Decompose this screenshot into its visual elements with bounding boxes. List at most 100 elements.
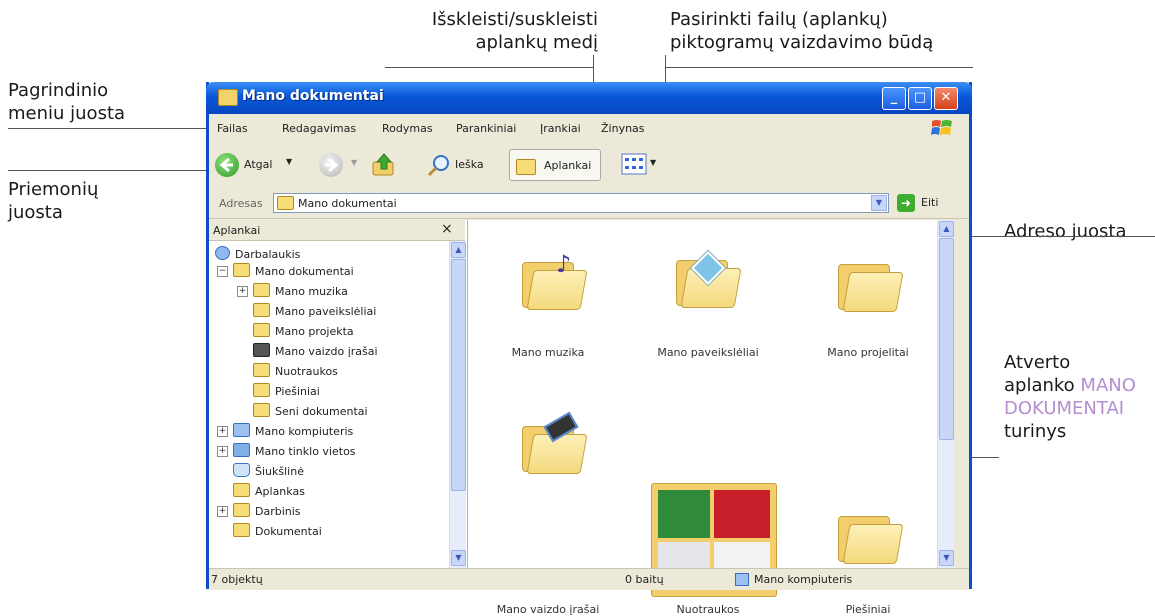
forward-button[interactable] xyxy=(319,153,343,177)
folders-button[interactable]: Aplankai xyxy=(509,149,601,181)
folder-icon xyxy=(253,323,270,337)
content-scrollbar[interactable]: ▲ ▼ xyxy=(937,220,954,568)
pictures-folder-icon xyxy=(253,303,270,317)
tree-item-my-computer[interactable]: Mano kompiuteris xyxy=(233,423,353,441)
tree-item-old-documents[interactable]: Seni dokumentai xyxy=(253,403,368,421)
windows-logo-icon xyxy=(931,120,952,135)
folder-icon xyxy=(253,363,270,377)
folder-label: Mano muzika xyxy=(511,346,585,359)
folder-item-my-pictures[interactable]: Mano paveikslėliai xyxy=(628,220,788,390)
callout-content-line3: DOKUMENTAI xyxy=(1004,398,1125,419)
folder-item-photos[interactable]: Nuotraukos xyxy=(628,390,788,616)
tree-label: Piešiniai xyxy=(275,385,320,398)
tree-item-recycle-bin[interactable]: Šiukšlinė xyxy=(233,463,304,481)
status-size: 0 baitų xyxy=(625,573,664,586)
menu-favorites[interactable]: Parankiniai xyxy=(456,122,516,135)
menu-bar: Failas Redagavimas Rodymas Parankiniai Į… xyxy=(209,114,969,143)
go-arrow-icon: ➜ xyxy=(897,194,915,212)
tree-item-drawings[interactable]: Piešiniai xyxy=(253,383,320,401)
callout-view-mode-line1: Pasirinkti failų (aplankų) xyxy=(670,9,888,30)
tree-item-folder[interactable]: Aplankas xyxy=(233,483,305,501)
go-button[interactable]: ➜ Eiti xyxy=(897,193,957,213)
computer-icon xyxy=(233,423,250,437)
up-folder-icon[interactable] xyxy=(371,152,397,178)
tree-item-network-places[interactable]: Mano tinklo vietos xyxy=(233,443,356,461)
folder-item-my-projects[interactable]: Mano projelitai xyxy=(788,220,953,390)
title-bar[interactable]: Mano dokumentai _ □ ✕ xyxy=(206,82,972,114)
folder-label: Nuotraukos xyxy=(676,603,740,616)
address-folder-icon xyxy=(277,196,294,210)
tree-expand-toggle[interactable]: + xyxy=(217,506,228,517)
tree-item-my-music[interactable]: Mano muzika xyxy=(253,283,348,301)
tree-item-my-projects[interactable]: Mano projekta xyxy=(253,323,354,341)
tree-item-my-pictures[interactable]: Mano paveikslėliai xyxy=(253,303,376,321)
scroll-thumb[interactable] xyxy=(939,238,954,440)
folder-item-my-music[interactable]: ♪ Mano muzika xyxy=(468,220,628,390)
network-icon xyxy=(233,443,250,457)
forward-dropdown-icon[interactable]: ▼ xyxy=(351,158,357,167)
views-button[interactable]: ▼ xyxy=(621,153,665,177)
tree-item-work[interactable]: Darbinis xyxy=(233,503,301,521)
status-computer-icon xyxy=(735,573,749,586)
go-label: Eiti xyxy=(921,196,939,209)
tree-item-desktop[interactable]: Darbalaukis xyxy=(215,246,300,264)
maximize-button[interactable]: □ xyxy=(908,87,932,110)
tree-scrollbar[interactable]: ▲ ▼ xyxy=(449,241,466,568)
folder-pane-close-button[interactable]: × xyxy=(441,221,453,237)
scroll-up-icon[interactable]: ▲ xyxy=(451,242,466,258)
folder-item-my-videos[interactable]: Mano vaizdo įrašai xyxy=(468,390,628,616)
callout-toolbar-line1: Priemonių xyxy=(8,179,99,200)
tree-item-my-videos[interactable]: Mano vaizdo įrašai xyxy=(253,343,378,361)
desktop-icon xyxy=(215,246,230,260)
folder-icon xyxy=(233,483,250,497)
callout-toolbar: Priemonių juosta xyxy=(8,178,188,224)
folder-pane-title: Aplankai xyxy=(213,224,261,237)
explorer-window: Mano dokumentai _ □ ✕ Failas Redagavimas… xyxy=(206,82,972,616)
scroll-thumb[interactable] xyxy=(451,259,466,491)
folders-icon xyxy=(516,159,536,175)
back-button[interactable]: Atgal ▼ xyxy=(215,151,300,179)
address-value: Mano dokumentai xyxy=(298,197,397,210)
callout-toolbar-line2: juosta xyxy=(8,202,63,223)
tree-label: Mano projekta xyxy=(275,325,354,338)
tree-item-my-documents[interactable]: Mano dokumentai xyxy=(233,263,354,281)
callout-content-line2b: MANO xyxy=(1080,375,1136,396)
tree-expand-toggle[interactable]: + xyxy=(237,286,248,297)
tree-item-photos[interactable]: Nuotraukos xyxy=(253,363,338,381)
tree-expand-toggle[interactable]: + xyxy=(217,426,228,437)
tree-label: Mano vaizdo įrašai xyxy=(275,345,378,358)
scroll-down-icon[interactable]: ▼ xyxy=(939,550,954,566)
menu-help[interactable]: Žinynas xyxy=(601,122,645,135)
back-dropdown-icon: ▼ xyxy=(286,157,293,166)
scroll-up-icon[interactable]: ▲ xyxy=(939,221,954,237)
menu-edit[interactable]: Redagavimas xyxy=(282,122,356,135)
tree-label: Mano muzika xyxy=(275,285,348,298)
music-folder-icon: ♪ xyxy=(522,250,588,310)
tree-collapse-toggle[interactable]: − xyxy=(217,266,228,277)
search-icon xyxy=(427,155,449,177)
callout-menu-bar-line2: meniu juosta xyxy=(8,103,126,124)
folder-icon xyxy=(233,523,250,537)
menu-tools[interactable]: Įrankiai xyxy=(540,122,581,135)
tree-expand-toggle[interactable]: + xyxy=(217,446,228,457)
tree-label: Aplankas xyxy=(255,485,305,498)
search-button[interactable]: Ieška xyxy=(427,151,495,179)
forward-arrow-icon xyxy=(325,157,339,173)
address-field[interactable]: Mano dokumentai ▼ xyxy=(273,193,889,213)
video-folder-icon xyxy=(522,411,588,474)
callout-expand-tree-line2: aplankų medį xyxy=(475,32,598,53)
tree-item-documents[interactable]: Dokumentai xyxy=(233,523,322,541)
menu-file[interactable]: Failas xyxy=(217,122,248,135)
callout-content-line2a: aplanko xyxy=(1004,375,1081,396)
back-label: Atgal xyxy=(244,158,273,171)
close-button[interactable]: ✕ xyxy=(934,87,958,110)
address-dropdown-button[interactable]: ▼ xyxy=(871,195,887,211)
folder-item-drawings[interactable]: Piešiniai xyxy=(788,390,953,616)
tree-label: Mano tinklo vietos xyxy=(255,445,356,458)
folder-icon xyxy=(253,383,270,397)
minimize-button[interactable]: _ xyxy=(882,87,906,110)
menu-view[interactable]: Rodymas xyxy=(382,122,433,135)
recycle-bin-icon xyxy=(233,463,250,477)
scroll-down-icon[interactable]: ▼ xyxy=(451,550,466,566)
views-icon xyxy=(621,153,647,175)
